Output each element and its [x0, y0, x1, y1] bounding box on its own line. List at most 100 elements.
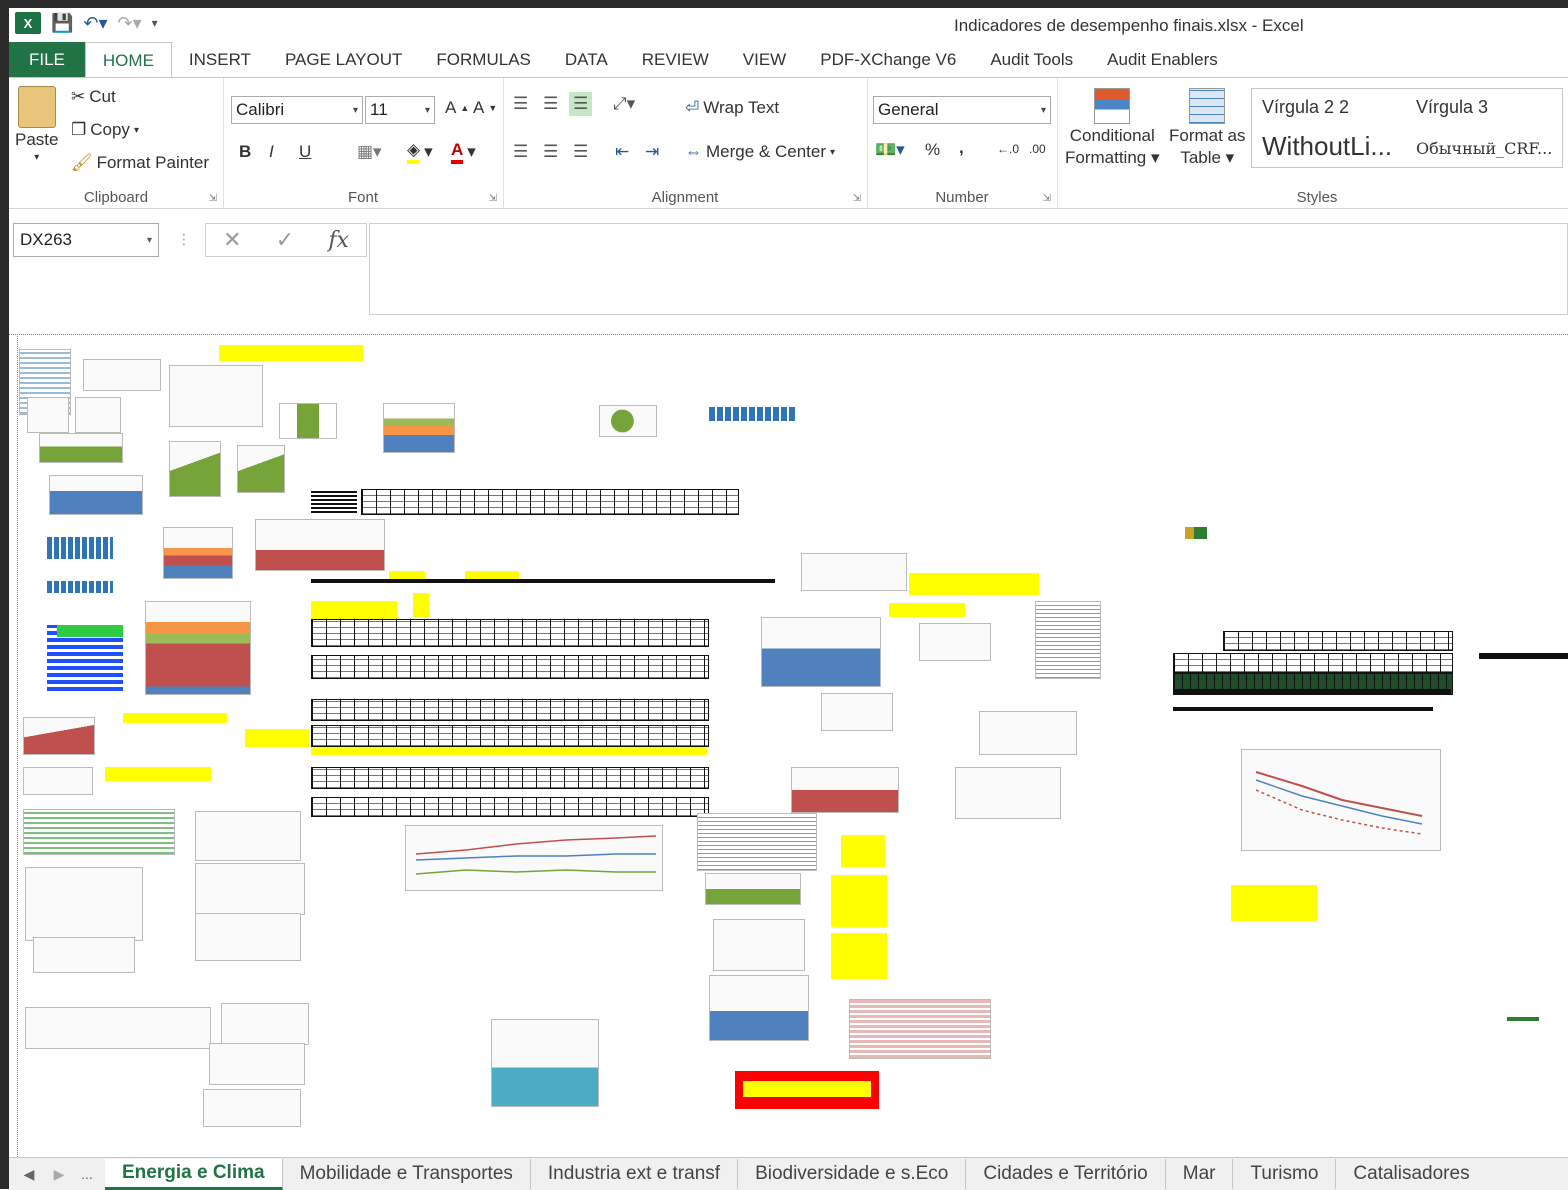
save-icon[interactable]: 💾 — [51, 13, 73, 34]
embedded-table[interactable] — [195, 811, 301, 861]
embedded-chart[interactable] — [955, 767, 1061, 819]
orientation-icon[interactable]: ⤢▾ — [613, 94, 635, 114]
embedded-chart[interactable] — [279, 403, 337, 439]
embedded-chart[interactable] — [169, 365, 263, 427]
redo-icon[interactable]: ↷▾ — [118, 13, 142, 34]
increase-font-icon[interactable]: A ▲ — [445, 98, 469, 118]
dialog-launcher-icon[interactable]: ⇲ — [1043, 193, 1051, 204]
copy-button[interactable]: ❐ Copy ▾ — [71, 120, 139, 140]
decrease-indent-icon[interactable]: ⇤ — [615, 142, 629, 162]
data-table[interactable] — [361, 489, 739, 515]
align-right-icon[interactable]: ☰ — [573, 142, 588, 162]
tab-view[interactable]: VIEW — [726, 42, 803, 78]
sheet-tab-industria[interactable]: Industria ext e transf — [531, 1159, 739, 1189]
tab-pdf-xchange[interactable]: PDF-XChange V6 — [803, 42, 973, 78]
embedded-table[interactable] — [195, 913, 301, 961]
wrap-text-button[interactable]: ⏎ Wrap Text — [685, 98, 779, 118]
font-size-dropdown[interactable]: 11 ▾ — [365, 96, 435, 124]
embedded-chart[interactable] — [163, 527, 233, 579]
embedded-chart[interactable] — [23, 717, 95, 755]
underline-button[interactable]: U — [299, 142, 311, 162]
embedded-table[interactable] — [47, 581, 113, 593]
style-virgula-3[interactable]: Vírgula 3 — [1416, 97, 1488, 118]
scroll-left-icon[interactable]: ◀ — [9, 1166, 49, 1183]
embedded-table[interactable] — [195, 863, 305, 915]
embedded-chart[interactable] — [169, 441, 221, 497]
undo-icon[interactable]: ↶▾ — [83, 13, 107, 34]
embedded-chart[interactable] — [1241, 749, 1441, 851]
tab-audit-tools[interactable]: Audit Tools — [973, 42, 1090, 78]
embedded-chart[interactable] — [801, 553, 907, 591]
fill-color-icon[interactable]: ◈ ▾ — [407, 140, 433, 164]
sheet-tab-mobilidade[interactable]: Mobilidade e Transportes — [283, 1159, 531, 1189]
font-name-dropdown[interactable]: Calibri ▾ — [231, 96, 363, 124]
cut-button[interactable]: ✂ Cut — [71, 87, 116, 107]
embedded-table[interactable] — [203, 1089, 301, 1127]
data-table[interactable] — [311, 725, 709, 747]
dialog-launcher-icon[interactable]: ⇲ — [209, 193, 217, 204]
embedded-chart[interactable] — [27, 397, 69, 433]
embedded-chart[interactable] — [83, 359, 161, 391]
sheet-tab-mar[interactable]: Mar — [1166, 1159, 1234, 1189]
bold-button[interactable]: B — [239, 142, 251, 162]
embedded-chart[interactable] — [405, 825, 663, 891]
embedded-chart[interactable] — [821, 693, 893, 731]
paste-button[interactable]: Paste ▾ — [15, 86, 58, 163]
align-left-icon[interactable]: ☰ — [513, 142, 528, 162]
accounting-format-icon[interactable]: 💵▾ — [875, 140, 905, 160]
tab-formulas[interactable]: FORMULAS — [419, 42, 547, 78]
embedded-chart[interactable] — [791, 767, 899, 813]
sheet-tab-cidades[interactable]: Cidades e Território — [966, 1159, 1166, 1189]
style-obychny-crf[interactable]: Обычный_CRF... — [1416, 139, 1552, 158]
dialog-launcher-icon[interactable]: ⇲ — [489, 193, 497, 204]
enter-icon[interactable]: ✓ — [276, 227, 294, 253]
data-table[interactable] — [1173, 653, 1453, 673]
tab-home[interactable]: HOME — [84, 42, 172, 78]
decrease-font-icon[interactable]: A ▼ — [473, 98, 497, 118]
sheet-tab-turismo[interactable]: Turismo — [1233, 1159, 1337, 1189]
tab-insert[interactable]: INSERT — [172, 42, 268, 78]
embedded-chart[interactable] — [1185, 527, 1207, 539]
style-withoutlimits[interactable]: WithoutLi... — [1262, 131, 1392, 162]
align-center-icon[interactable]: ☰ — [543, 142, 558, 162]
embedded-chart[interactable] — [599, 405, 657, 437]
embedded-table[interactable] — [221, 1003, 309, 1045]
embedded-chart[interactable] — [145, 601, 251, 695]
embedded-chart[interactable] — [709, 975, 809, 1041]
data-table[interactable] — [311, 699, 709, 721]
bottom-align-icon[interactable]: ☰ — [569, 92, 593, 116]
embedded-chart[interactable] — [383, 403, 455, 453]
embedded-table[interactable] — [709, 407, 795, 421]
comma-button[interactable]: , — [959, 138, 964, 158]
embedded-chart[interactable] — [491, 1019, 599, 1107]
embedded-chart[interactable] — [705, 873, 801, 905]
embedded-table[interactable] — [25, 1007, 211, 1049]
dialog-launcher-icon[interactable]: ⇲ — [853, 193, 861, 204]
sheet-tab-energia-e-clima[interactable]: Energia e Clima — [105, 1158, 283, 1190]
embedded-table[interactable] — [697, 813, 817, 871]
format-as-table-button[interactable]: Format as Table ▾ — [1169, 88, 1246, 168]
font-color-icon[interactable]: A ▾ — [451, 140, 476, 164]
formula-input[interactable] — [369, 223, 1568, 315]
embedded-chart[interactable] — [979, 711, 1077, 755]
style-virgula-2-2[interactable]: Vírgula 2 2 — [1262, 97, 1349, 118]
embedded-table[interactable] — [23, 809, 175, 855]
data-table[interactable] — [311, 655, 709, 679]
tab-data[interactable]: DATA — [548, 42, 625, 78]
data-table[interactable] — [311, 767, 709, 789]
worksheet-grid[interactable] — [9, 327, 1568, 1157]
increase-indent-icon[interactable]: ⇥ — [645, 142, 659, 162]
top-align-icon[interactable]: ☰ — [513, 94, 528, 114]
increase-decimal-icon[interactable]: ←.0 — [997, 142, 1019, 156]
tab-review[interactable]: REVIEW — [625, 42, 726, 78]
data-table[interactable] — [311, 797, 709, 817]
customize-qat-icon[interactable]: ▾ — [152, 16, 158, 30]
cancel-icon[interactable]: ✕ — [223, 227, 241, 253]
insert-function-icon[interactable]: fx — [328, 228, 349, 253]
scroll-right-icon[interactable]: ▶ — [49, 1166, 69, 1183]
percent-button[interactable]: % — [925, 140, 940, 160]
data-table[interactable] — [311, 619, 709, 647]
sheet-tab-catalisadores[interactable]: Catalisadores — [1336, 1159, 1486, 1189]
format-painter-button[interactable]: 🖌 Format Painter — [71, 153, 209, 173]
embedded-table[interactable] — [849, 999, 991, 1059]
